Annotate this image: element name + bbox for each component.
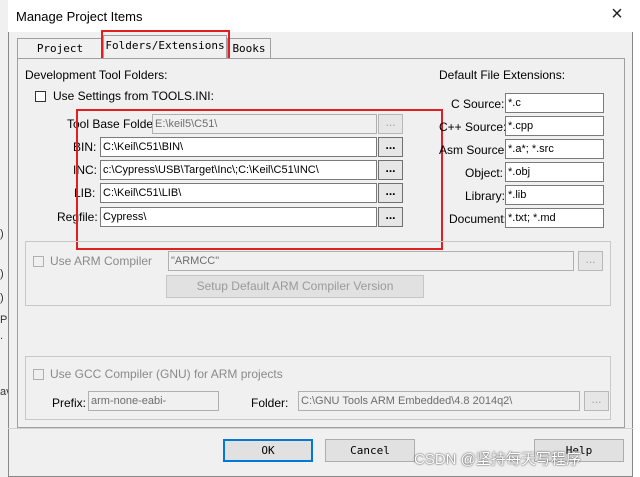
dev-tool-folders-heading: Development Tool Folders:	[25, 68, 168, 82]
cpp-source-label: C++ Source:	[439, 120, 507, 134]
close-icon[interactable]: ×	[606, 3, 628, 25]
background-fragment: )	[0, 268, 4, 280]
folder-label: Folder:	[251, 396, 289, 410]
folders-highlight-box	[76, 109, 443, 250]
ok-button[interactable]: OK	[223, 439, 313, 462]
gcc-folder-input[interactable]: C:\GNU Tools ARM Embedded\4.8 2014q2\	[298, 391, 580, 411]
background-fragment: P	[0, 314, 8, 326]
prefix-input[interactable]: arm-none-eabi-	[88, 391, 219, 411]
c-source-label: C Source:	[451, 97, 505, 111]
prefix-label: Prefix:	[52, 396, 87, 410]
tab-project-items[interactable]: Project Items	[17, 38, 103, 75]
gcc-folder-browse-button[interactable]: ...	[584, 391, 609, 411]
library-input[interactable]: *.lib	[505, 185, 604, 205]
use-gcc-compiler-checkbox[interactable]	[33, 369, 44, 380]
use-tools-ini-checkbox[interactable]	[35, 91, 46, 102]
use-gcc-compiler-label: Use GCC Compiler (GNU) for ARM projects	[50, 367, 283, 381]
background-fragment: )	[0, 228, 4, 240]
file-extensions-heading: Default File Extensions:	[439, 68, 566, 82]
arm-compiler-input[interactable]: "ARMCC"	[168, 251, 574, 271]
use-arm-compiler-checkbox[interactable]	[33, 256, 44, 267]
background-fragment: )	[0, 292, 4, 304]
object-input[interactable]: *.obj	[505, 162, 604, 182]
watermark: CSDN @坚持每天写程序	[414, 451, 581, 468]
window-title: Manage Project Items	[16, 9, 143, 24]
arm-compiler-browse-button[interactable]: ...	[578, 251, 603, 271]
document-label: Document:	[449, 212, 508, 226]
tab-books[interactable]: Books	[227, 38, 271, 58]
c-source-input[interactable]: *.c	[505, 93, 604, 113]
library-label: Library:	[465, 189, 506, 203]
cpp-source-input[interactable]: *.cpp	[505, 116, 604, 136]
document-input[interactable]: *.txt; *.md	[505, 208, 604, 228]
use-tools-ini-label: Use Settings from TOOLS.INI:	[53, 89, 214, 103]
use-arm-compiler-label: Use ARM Compiler	[50, 254, 153, 268]
object-label: Object:	[465, 166, 504, 180]
setup-arm-compiler-button[interactable]: Setup Default ARM Compiler Version	[166, 275, 424, 298]
cancel-button[interactable]: Cancel	[325, 439, 415, 462]
divider	[8, 428, 633, 429]
background-fragment: .	[0, 330, 4, 342]
asm-source-label: Asm Source:	[439, 143, 508, 157]
asm-source-input[interactable]: *.a*; *.src	[505, 139, 604, 159]
